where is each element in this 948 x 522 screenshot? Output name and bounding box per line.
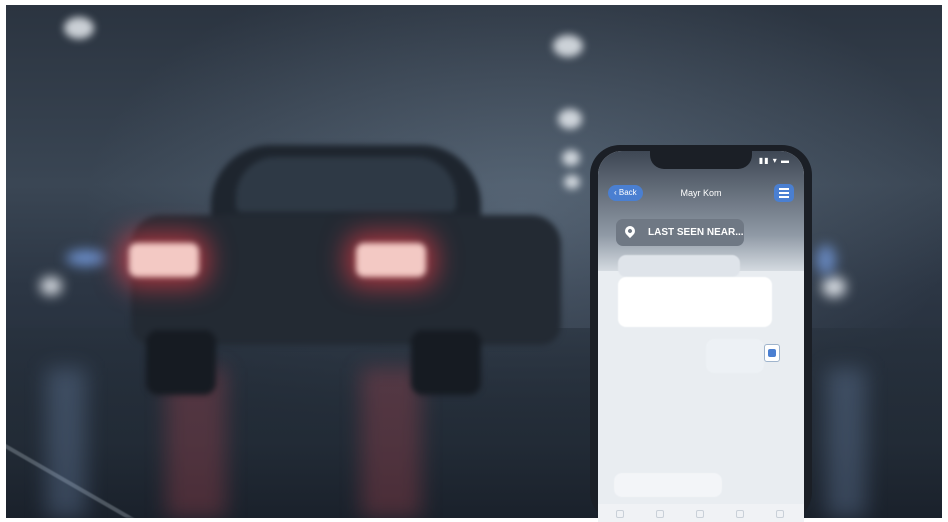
location-alert[interactable]: LAST SEEN NEAR...: [616, 219, 744, 246]
tab-bar: [598, 504, 804, 522]
alert-text: LAST SEEN NEAR...: [648, 227, 744, 238]
car-body: [131, 215, 561, 345]
car: [121, 145, 566, 395]
tail-light-left: [129, 243, 199, 277]
light-reflection: [826, 368, 866, 518]
tab-icon[interactable]: [736, 510, 744, 518]
screen-header: [598, 151, 804, 271]
location-pin-icon: [622, 223, 638, 239]
street-light: [553, 35, 583, 57]
smartphone: ▮▮ ▾ ▬ ‹ Back Mayr Kom LAST SEEN NEAR...: [590, 145, 812, 522]
rear-window: [236, 157, 456, 212]
wheel: [146, 330, 216, 395]
headlight: [822, 277, 846, 297]
tab-icon[interactable]: [776, 510, 784, 518]
blue-light: [816, 245, 836, 275]
tab-icon[interactable]: [696, 510, 704, 518]
menu-icon[interactable]: [774, 184, 794, 202]
street-light: [564, 175, 580, 189]
phone-notch: [650, 151, 752, 169]
blue-light: [66, 250, 106, 266]
message-bubble: [706, 339, 764, 373]
phone-screen: ▮▮ ▾ ▬ ‹ Back Mayr Kom LAST SEEN NEAR...: [598, 151, 804, 522]
tail-light-right: [356, 243, 426, 277]
tab-icon[interactable]: [656, 510, 664, 518]
message-bubble: [618, 255, 740, 277]
message-bubble: [614, 473, 722, 497]
wheel: [411, 330, 481, 395]
status-bar-icons: ▮▮ ▾ ▬: [758, 156, 790, 165]
tab-icon[interactable]: [616, 510, 624, 518]
street-light: [64, 17, 94, 39]
attachment-icon[interactable]: [764, 344, 780, 362]
street-light: [558, 109, 582, 129]
headlight: [40, 277, 62, 295]
light-reflection: [46, 368, 86, 518]
message-bubble: [618, 277, 772, 327]
